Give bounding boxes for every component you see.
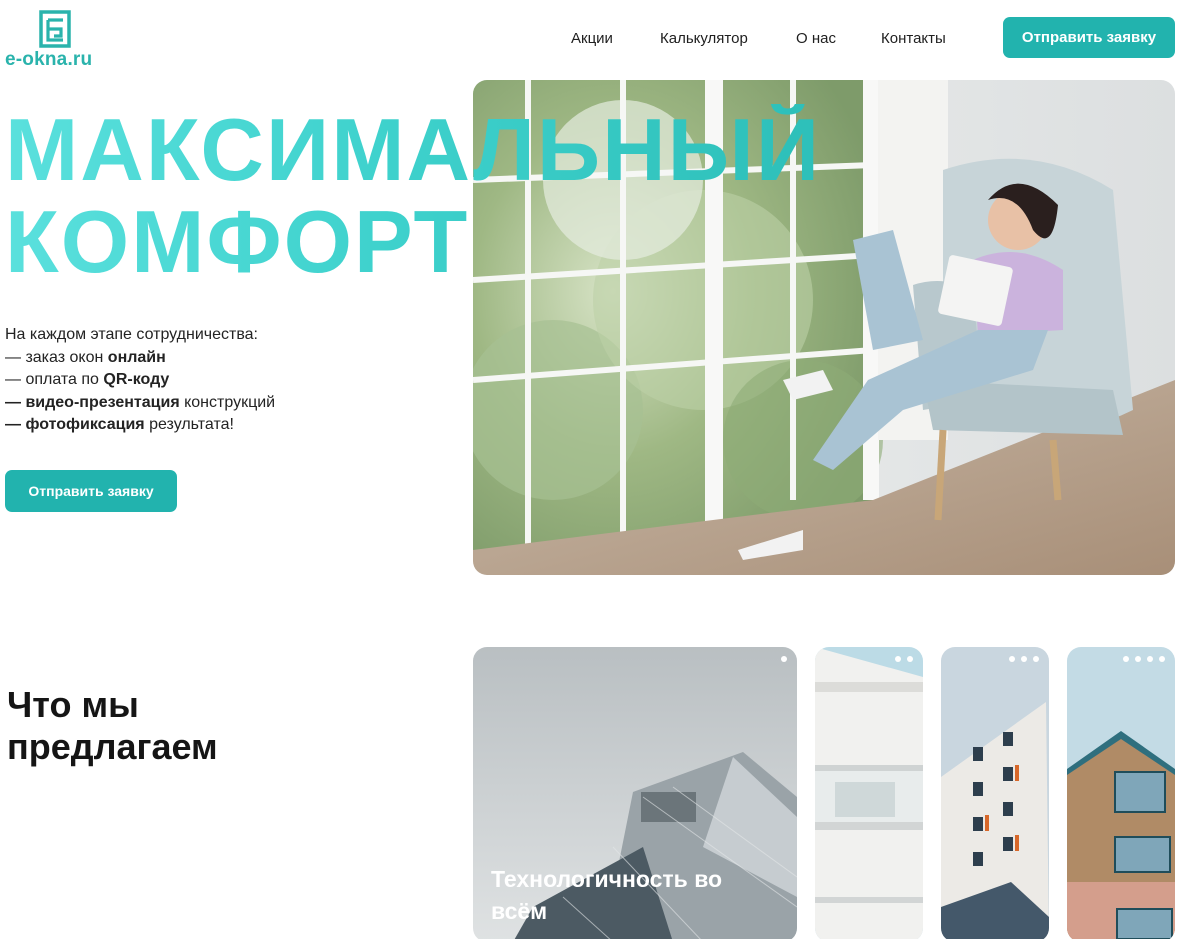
pager-dot[interactable]	[1135, 656, 1141, 662]
nav-item-contacts[interactable]: Контакты	[881, 30, 946, 47]
pager-dot[interactable]	[1009, 656, 1015, 662]
hero-intro: На каждом этапе сотрудничества:	[5, 326, 258, 343]
benefit-item: — фотофиксация результата!	[5, 416, 234, 433]
hero-benefits: На каждом этапе сотрудничества: — заказ …	[5, 324, 275, 437]
nav-item-calculator[interactable]: Калькулятор	[660, 30, 748, 47]
benefit-item: — заказ окон онлайн	[5, 348, 166, 366]
offers-section-title: Что мы предлагаем	[7, 684, 218, 767]
hero-submit-request-button[interactable]: Отправить заявку	[5, 470, 177, 512]
card-pager-dots[interactable]	[1123, 656, 1165, 662]
pager-dot[interactable]	[895, 656, 901, 662]
brand-name: e-okna.ru	[5, 49, 93, 70]
hero-title: МАКСИМАЛЬНЫЙ КОМФОРТ	[5, 104, 821, 288]
card-pager-dots[interactable]	[895, 656, 913, 662]
pager-dot[interactable]	[1021, 656, 1027, 662]
pager-dot[interactable]	[1123, 656, 1129, 662]
nav-item-promotions[interactable]: Акции	[571, 30, 613, 47]
pager-dot[interactable]	[781, 656, 787, 662]
nav-item-about[interactable]: О нас	[796, 30, 836, 47]
offer-card[interactable]	[941, 647, 1049, 939]
window-frame-logo-icon	[39, 10, 71, 48]
offer-card[interactable]: Технологичность во всём	[473, 647, 797, 939]
header-submit-request-button[interactable]: Отправить заявку	[1003, 17, 1175, 58]
pager-dot[interactable]	[907, 656, 913, 662]
offer-card-label: Технологичность во всём	[491, 866, 723, 924]
brand-logo[interactable]: e-okna.ru	[5, 8, 115, 70]
offer-card[interactable]	[815, 647, 923, 939]
pager-dot[interactable]	[1147, 656, 1153, 662]
pager-dot[interactable]	[1159, 656, 1165, 662]
hero-title-line1: МАКСИМАЛЬНЫЙ	[5, 100, 822, 199]
offer-card[interactable]	[1067, 647, 1175, 939]
card-pager-dots[interactable]	[1009, 656, 1039, 662]
benefit-item: — видео-презентация конструкций	[5, 393, 276, 411]
site-header: e-okna.ru Акции Калькулятор О нас Контак…	[0, 0, 1178, 80]
pager-dot[interactable]	[1033, 656, 1039, 662]
benefit-item: — оплата по QR-коду	[5, 371, 170, 388]
card-pager-dots[interactable]	[781, 656, 787, 662]
hero-title-line2: КОМФОРТ	[5, 192, 470, 291]
